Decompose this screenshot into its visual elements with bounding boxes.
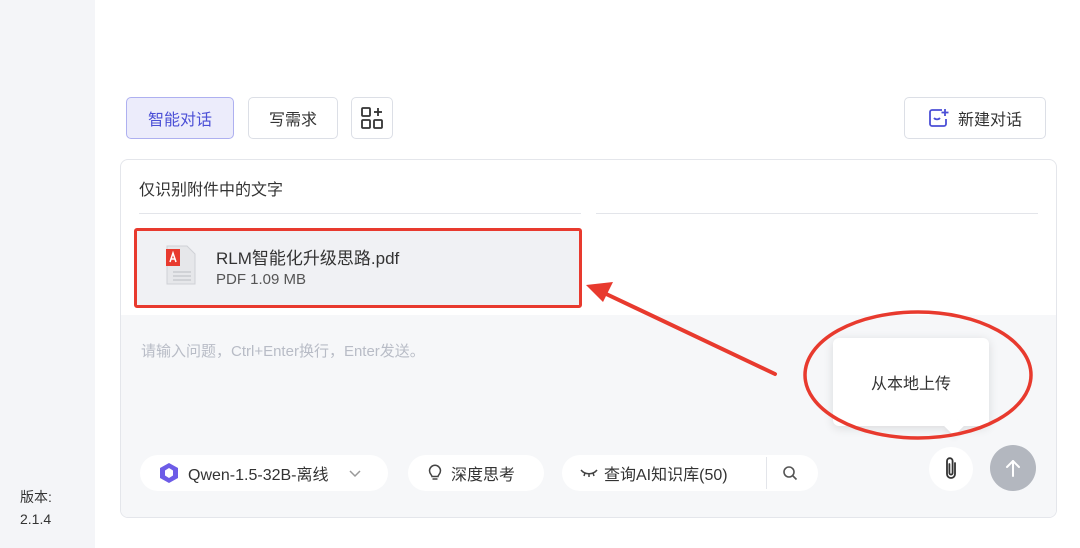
model-name: Qwen-1.5-32B-离线 (188, 467, 329, 484)
tab-smart-chat[interactable]: 智能对话 (126, 97, 234, 139)
new-chat-button[interactable]: 新建对话 (904, 97, 1046, 139)
attachment-hint: 仅识别附件中的文字 (139, 182, 284, 199)
version-info: 版本: 2.1.4 (20, 486, 52, 530)
grid-add-icon (361, 107, 383, 129)
model-logo-icon (160, 463, 178, 483)
file-name: RLM智能化升级思路.pdf (216, 249, 400, 268)
file-meta: PDF 1.09 MB (216, 271, 307, 288)
tab-smart-chat-label: 智能对话 (147, 112, 212, 129)
more-apps-button[interactable] (351, 97, 393, 139)
divider (139, 213, 581, 214)
paperclip-icon (946, 457, 956, 479)
upload-tooltip: 从本地上传 (833, 338, 989, 426)
divider (766, 457, 767, 489)
pdf-file-icon (166, 245, 196, 285)
left-sidebar-strip (0, 0, 95, 548)
attach-file-button[interactable] (929, 447, 973, 491)
new-chat-label: 新建对话 (957, 112, 1022, 129)
chevron-down-icon (349, 470, 361, 478)
new-chat-icon (929, 109, 949, 127)
upload-tooltip-text: 从本地上传 (870, 376, 951, 393)
knowledge-base-label: 查询AI知识库(50) (604, 467, 728, 484)
attached-file-card[interactable]: RLM智能化升级思路.pdf PDF 1.09 MB (134, 228, 582, 308)
model-selector[interactable]: Qwen-1.5-32B-离线 (140, 455, 388, 491)
deep-think-toggle[interactable]: 深度思考 (408, 455, 544, 491)
deep-think-label: 深度思考 (451, 467, 516, 484)
question-input-placeholder: 请输入问题，Ctrl+Enter换行，Enter发送。 (141, 343, 425, 360)
knowledge-search-button[interactable] (780, 463, 800, 483)
version-value: 2.1.4 (20, 511, 52, 527)
send-button[interactable] (990, 445, 1036, 491)
search-icon (783, 466, 798, 481)
bulb-icon (428, 464, 442, 480)
knowledge-base-query[interactable]: 查询AI知识库(50) (562, 455, 818, 491)
tab-write-requirement[interactable]: 写需求 (248, 97, 338, 139)
version-label: 版本: (20, 489, 52, 505)
eye-closed-icon (580, 469, 598, 477)
send-arrow-icon (1006, 460, 1020, 477)
tab-write-requirement-label: 写需求 (268, 112, 317, 129)
divider (596, 213, 1038, 214)
